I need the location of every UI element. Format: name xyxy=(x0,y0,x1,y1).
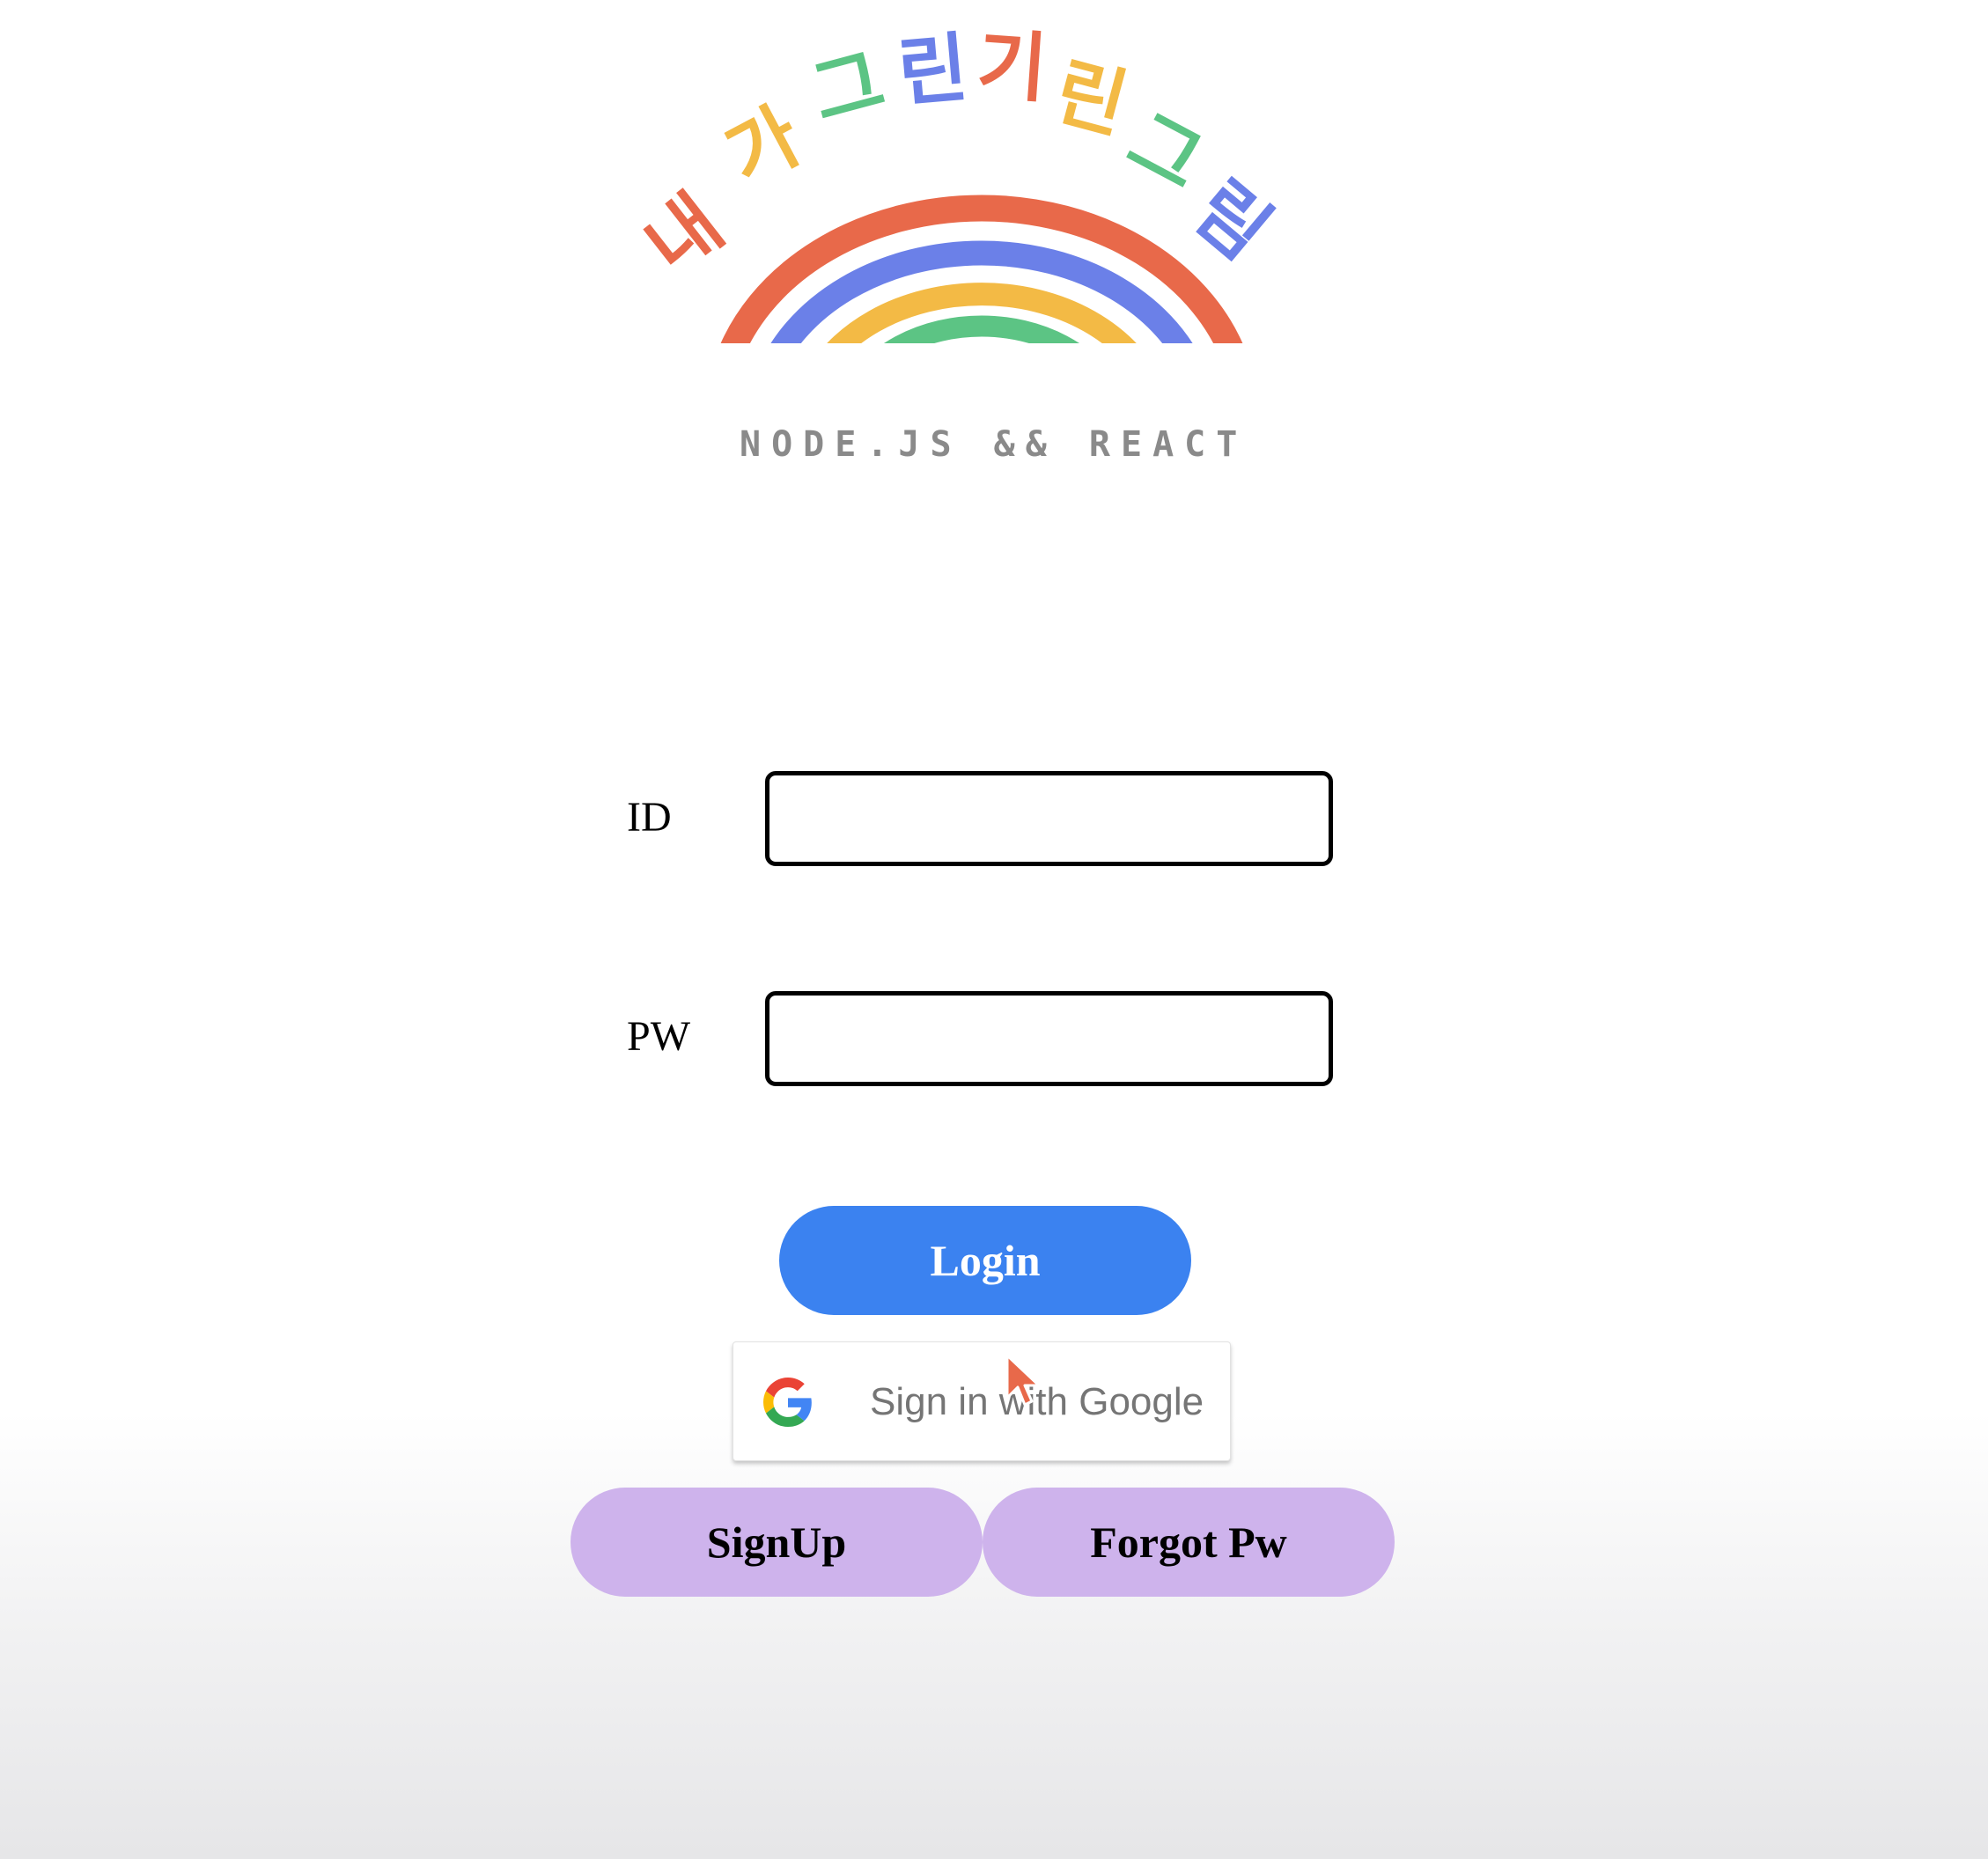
logo-char: 그 xyxy=(803,36,893,139)
signup-button-label: SignUp xyxy=(706,1517,847,1567)
login-button[interactable]: Login xyxy=(779,1206,1191,1315)
pw-input[interactable] xyxy=(765,991,1333,1086)
forgot-password-button[interactable]: Forgot Pw xyxy=(983,1488,1395,1597)
logo-char: 기 xyxy=(975,21,1050,114)
id-label: ID xyxy=(627,794,672,841)
pw-label: PW xyxy=(627,1013,690,1060)
logo-char: 림 xyxy=(1177,165,1287,276)
forgot-password-button-label: Forgot Pw xyxy=(1090,1517,1287,1567)
google-signin-button[interactable]: Sign in with Google xyxy=(733,1341,1231,1461)
id-input[interactable] xyxy=(765,771,1333,866)
rainbow-icon xyxy=(720,195,1243,343)
signup-button[interactable]: SignUp xyxy=(571,1488,983,1597)
mouse-pointer-icon xyxy=(1005,1354,1041,1407)
login-button-label: Login xyxy=(930,1236,1041,1285)
logo-char: 그 xyxy=(1114,97,1217,207)
logo-title: 내 가 그 린 기 린 그 림 xyxy=(630,21,1287,343)
app-logo: 내 가 그 린 기 린 그 림 NODE.JS && REACT xyxy=(616,9,1373,502)
logo-subtitle: NODE.JS && REACT xyxy=(740,424,1248,465)
google-g-icon xyxy=(763,1378,812,1427)
logo-char: 린 xyxy=(895,24,972,118)
logo-char: 내 xyxy=(630,179,739,291)
logo-char: 가 xyxy=(712,92,815,202)
logo-char: 린 xyxy=(1046,48,1136,151)
